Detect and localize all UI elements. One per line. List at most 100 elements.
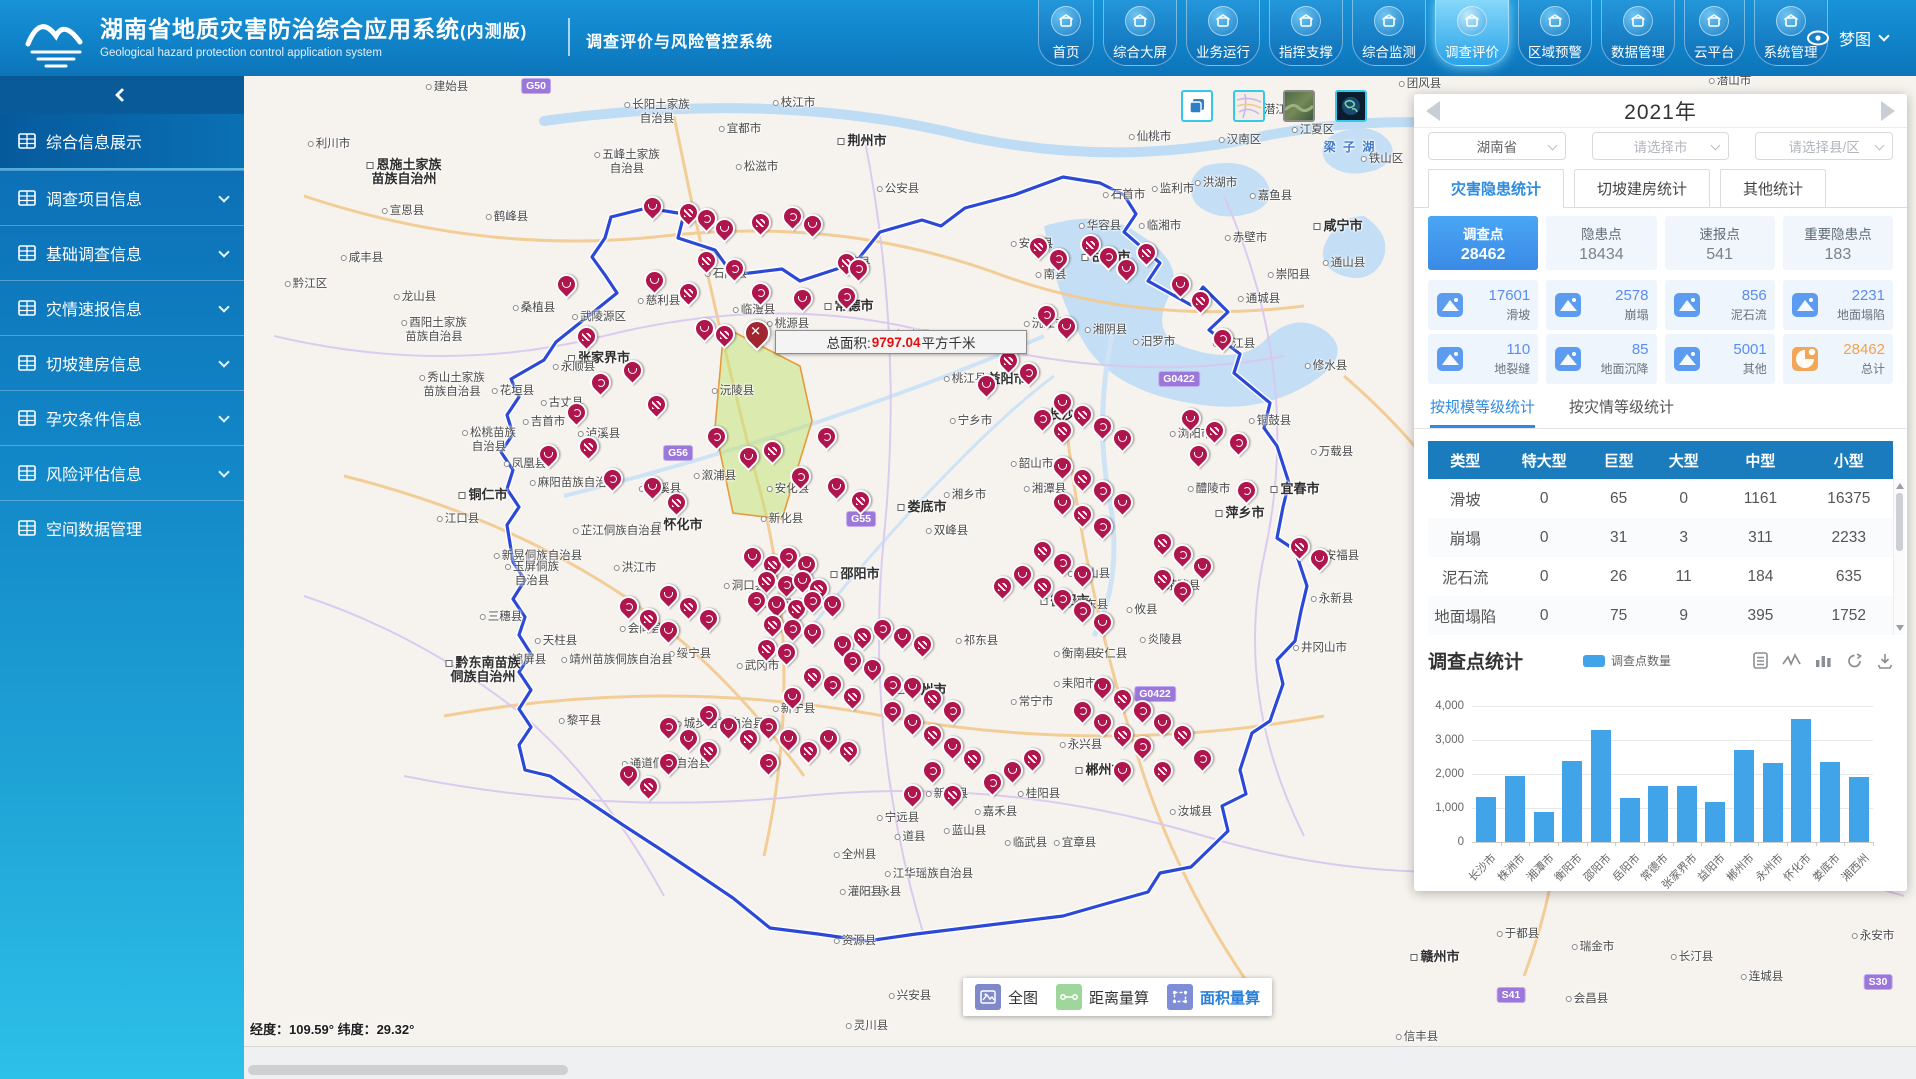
sidebar-item-切坡建房信息[interactable]: 切坡建房信息 bbox=[0, 335, 244, 390]
stat-card-隐患点[interactable]: 隐患点 18434 bbox=[1546, 216, 1656, 270]
line-chart-icon[interactable] bbox=[1782, 653, 1801, 668]
tab-切坡建房统计[interactable]: 切坡建房统计 bbox=[1574, 169, 1710, 207]
bar-常德市[interactable] bbox=[1648, 786, 1668, 842]
tab-灾害隐患统计[interactable]: 灾害隐患统计 bbox=[1428, 169, 1564, 207]
scroll-down-icon[interactable] bbox=[1896, 625, 1904, 631]
sidebar-item-基础调查信息[interactable]: 基础调查信息 bbox=[0, 225, 244, 280]
bar-永州市[interactable] bbox=[1763, 763, 1783, 842]
scroll-thumb[interactable] bbox=[1896, 493, 1903, 551]
table-scrollbar[interactable] bbox=[1893, 479, 1905, 635]
nav-item-首页[interactable]: 首页 bbox=[1038, 0, 1094, 66]
bar-张家界市[interactable] bbox=[1677, 786, 1697, 842]
bar-娄底市[interactable] bbox=[1820, 762, 1840, 842]
bar-衡阳市[interactable] bbox=[1562, 761, 1582, 842]
table-row[interactable]: 崩塌03133112233 bbox=[1428, 518, 1893, 557]
nav-item-调查评价[interactable]: 调查评价 bbox=[1435, 0, 1509, 66]
command-person-icon bbox=[1291, 6, 1321, 36]
download-icon[interactable] bbox=[1877, 653, 1893, 669]
nav-item-指挥支撑[interactable]: 指挥支撑 bbox=[1269, 0, 1343, 66]
street-map-icon bbox=[1235, 92, 1263, 120]
app-header: 湖南省地质灾害防治综合应用系统(内测版) Geological hazard p… bbox=[0, 0, 1916, 76]
subtab-按灾情等级统计[interactable]: 按灾情等级统计 bbox=[1569, 396, 1674, 428]
bar-长沙市[interactable] bbox=[1476, 797, 1496, 842]
cloud-icon bbox=[1699, 6, 1729, 36]
user-name[interactable]: 梦图 bbox=[1839, 26, 1871, 50]
year-next-arrow-icon[interactable] bbox=[1881, 101, 1895, 121]
chart-legend[interactable]: 调查点数量 bbox=[1583, 652, 1671, 669]
hazard-tile-泥石流[interactable]: 856 泥石流 bbox=[1665, 280, 1775, 330]
nav-item-综合大屏[interactable]: 综合大屏 bbox=[1103, 0, 1177, 66]
stat-card-重要隐患点[interactable]: 重要隐患点 183 bbox=[1783, 216, 1893, 270]
nav-item-综合监测[interactable]: 综合监测 bbox=[1352, 0, 1426, 66]
x-axis-label: 益阳市 bbox=[1694, 850, 1729, 885]
hazard-tile-总计[interactable]: 28462 总计 bbox=[1783, 334, 1893, 384]
chevron-down-icon bbox=[218, 246, 229, 257]
table-row[interactable]: 地面塌陷07593951752 bbox=[1428, 596, 1893, 635]
sidebar-item-label: 空间数据管理 bbox=[46, 516, 142, 540]
nav-item-区域预警[interactable]: 区域预警 bbox=[1518, 0, 1592, 66]
sidebar-item-孕灾条件信息[interactable]: 孕灾条件信息 bbox=[0, 390, 244, 445]
bar-邵阳市[interactable] bbox=[1591, 730, 1611, 842]
stat-card-调查点[interactable]: 调查点 28462 bbox=[1428, 216, 1538, 270]
basemap-earth-thumbnail[interactable] bbox=[1335, 90, 1367, 122]
table-row[interactable]: 滑坡0650116116375 bbox=[1428, 479, 1893, 518]
tab-其他统计[interactable]: 其他统计 bbox=[1720, 169, 1826, 207]
app-title: 湖南省地质灾害防治综合应用系统 bbox=[100, 16, 460, 42]
bar-湘西州[interactable] bbox=[1849, 777, 1869, 842]
region-select-湖南省[interactable]: 湖南省 bbox=[1428, 132, 1566, 160]
satellite-map-icon bbox=[1285, 92, 1313, 120]
hazard-tile-地面沉降[interactable]: 85 地面沉降 bbox=[1546, 334, 1656, 384]
bar-株洲市[interactable] bbox=[1505, 776, 1525, 842]
nav-label: 首页 bbox=[1053, 41, 1080, 61]
scroll-up-icon[interactable] bbox=[1896, 483, 1904, 489]
sidebar-item-label: 综合信息展示 bbox=[46, 129, 142, 153]
stat-card-速报点[interactable]: 速报点 541 bbox=[1665, 216, 1775, 270]
x-tick bbox=[1644, 842, 1645, 846]
horizontal-scrollbar-thumb[interactable] bbox=[248, 1065, 568, 1075]
refresh-icon[interactable] bbox=[1846, 653, 1863, 669]
sidebar-collapse-button[interactable] bbox=[0, 76, 244, 114]
map-tool-距离量算[interactable]: 距离量算 bbox=[1056, 984, 1149, 1010]
nav-label: 数据管理 bbox=[1611, 41, 1665, 61]
year-prev-arrow-icon[interactable] bbox=[1426, 101, 1440, 121]
region-select-请选择市[interactable]: 请选择市 bbox=[1592, 132, 1730, 160]
nav-item-数据管理[interactable]: 数据管理 bbox=[1601, 0, 1675, 66]
eye-icon[interactable] bbox=[1806, 30, 1830, 46]
sidebar-item-综合信息展示[interactable]: 综合信息展示 bbox=[0, 114, 244, 170]
sidebar-item-调查项目信息[interactable]: 调查项目信息 bbox=[0, 170, 244, 225]
sidebar-item-风险评估信息[interactable]: 风险评估信息 bbox=[0, 445, 244, 500]
x-tick bbox=[1816, 842, 1817, 846]
hazard-tile-地裂缝[interactable]: 110 地裂缝 bbox=[1428, 334, 1538, 384]
grid-table-icon bbox=[18, 520, 36, 536]
bar-chart-icon[interactable] bbox=[1815, 653, 1832, 668]
grid-table-icon bbox=[18, 300, 36, 316]
basemap-satellite-thumbnail[interactable] bbox=[1283, 90, 1315, 122]
nav-item-云平台[interactable]: 云平台 bbox=[1684, 0, 1745, 66]
bar-益阳市[interactable] bbox=[1705, 802, 1725, 842]
hazard-tile-地面塌陷[interactable]: 2231 地面塌陷 bbox=[1783, 280, 1893, 330]
hazard-tile-其他[interactable]: 5001 其他 bbox=[1665, 334, 1775, 384]
nav-label: 云平台 bbox=[1694, 41, 1735, 61]
hazard-tile-滑坡[interactable]: 17601 滑坡 bbox=[1428, 280, 1538, 330]
cursor-coordinates: 经度：109.59° 纬度：29.32° bbox=[250, 1019, 414, 1038]
sidebar-item-灾情速报信息[interactable]: 灾情速报信息 bbox=[0, 280, 244, 335]
bar-怀化市[interactable] bbox=[1791, 719, 1811, 842]
bar-岳阳市[interactable] bbox=[1620, 798, 1640, 842]
app-subtitle-en: Geological hazard protection control app… bbox=[100, 47, 527, 59]
bar-湘潭市[interactable] bbox=[1534, 812, 1554, 842]
hazard-tile-label: 其他 bbox=[1743, 360, 1767, 377]
sidebar-item-空间数据管理[interactable]: 空间数据管理 bbox=[0, 500, 244, 555]
nav-item-业务运行[interactable]: 业务运行 bbox=[1186, 0, 1260, 66]
map-tool-全图[interactable]: 全图 bbox=[975, 984, 1038, 1010]
user-menu-chevron-icon[interactable] bbox=[1878, 30, 1889, 41]
subtab-按规模等级统计[interactable]: 按规模等级统计 bbox=[1430, 396, 1535, 428]
x-axis-label: 怀化市 bbox=[1780, 850, 1815, 885]
map-tool-面积量算[interactable]: 面积量算 bbox=[1167, 984, 1260, 1010]
table-row[interactable]: 泥石流02611184635 bbox=[1428, 557, 1893, 596]
hazard-tile-崩塌[interactable]: 2578 崩塌 bbox=[1546, 280, 1656, 330]
region-select-请选择县/区[interactable]: 请选择县/区 bbox=[1755, 132, 1893, 160]
layers-button[interactable] bbox=[1181, 90, 1213, 122]
basemap-street-thumbnail[interactable] bbox=[1233, 90, 1265, 122]
data-view-icon[interactable] bbox=[1753, 652, 1768, 669]
bar-郴州市[interactable] bbox=[1734, 750, 1754, 842]
